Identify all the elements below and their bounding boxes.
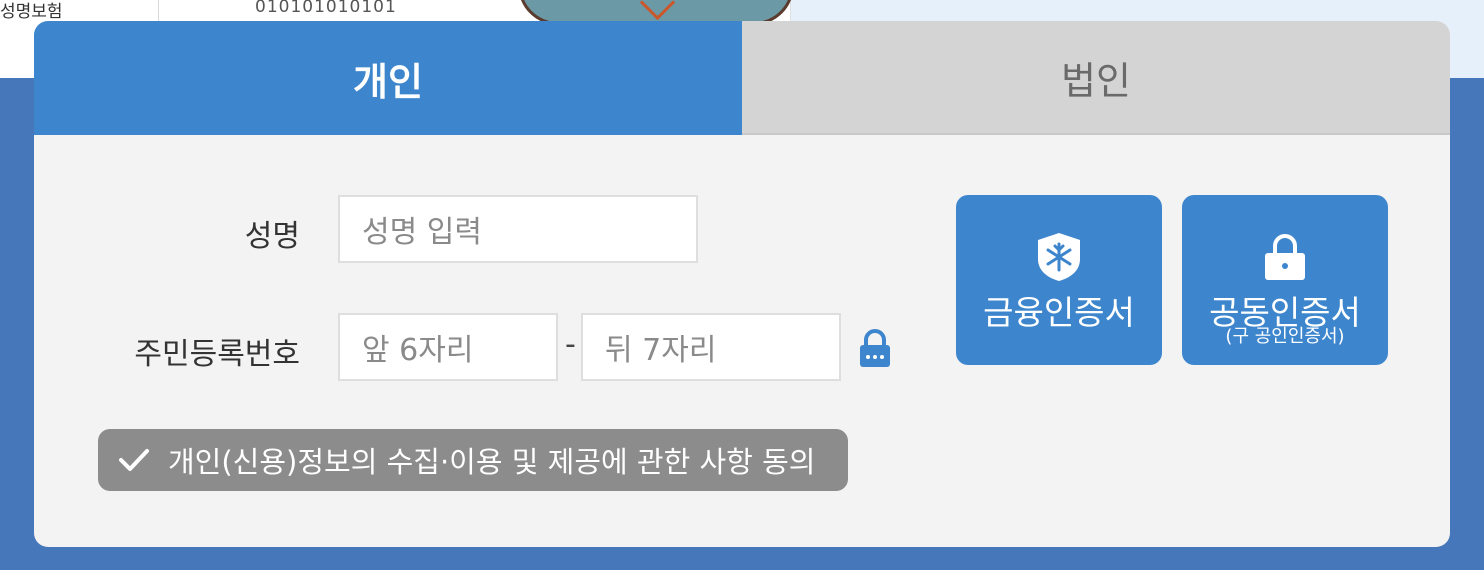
consent-label: 개인(신용)정보의 수집·이용 및 제공에 관한 사항 동의 (168, 445, 816, 479)
financial-certificate-label: 금융인증서 (983, 293, 1135, 332)
auth-panel: 개인 법인 성명 성명 입력 주민등록번호 앞 6자리 - 뒤 7자리 금융인증… (34, 21, 1450, 547)
padlock-icon (1259, 231, 1311, 283)
shield-snowflake-icon (1033, 231, 1085, 283)
financial-certificate-button[interactable]: 금융인증서 (956, 195, 1162, 365)
rrn-back-input[interactable]: 뒤 7자리 (581, 313, 841, 381)
joint-certificate-button[interactable]: 공동인증서 (구 공인인증서) (1182, 195, 1388, 365)
rrn-front-input[interactable]: 앞 6자리 (338, 313, 558, 381)
name-label: 성명 (244, 219, 300, 254)
tab-individual[interactable]: 개인 (34, 21, 742, 135)
consent-toggle[interactable]: 개인(신용)정보의 수집·이용 및 제공에 관한 사항 동의 (98, 429, 848, 491)
name-input[interactable]: 성명 입력 (338, 195, 698, 263)
tab-bar: 개인 법인 (34, 21, 1450, 135)
background-card-number: 010101010101 (255, 0, 397, 17)
tab-corporate[interactable]: 법인 (742, 21, 1450, 135)
rrn-separator: - (565, 327, 576, 362)
rrn-label: 주민등록번호 (134, 337, 300, 372)
checkmark-icon (119, 449, 149, 471)
background-card-label: 성명보험 (0, 2, 63, 22)
joint-certificate-sublabel: (구 공인인증서) (1225, 326, 1345, 347)
secure-keypad-icon[interactable] (857, 329, 893, 369)
